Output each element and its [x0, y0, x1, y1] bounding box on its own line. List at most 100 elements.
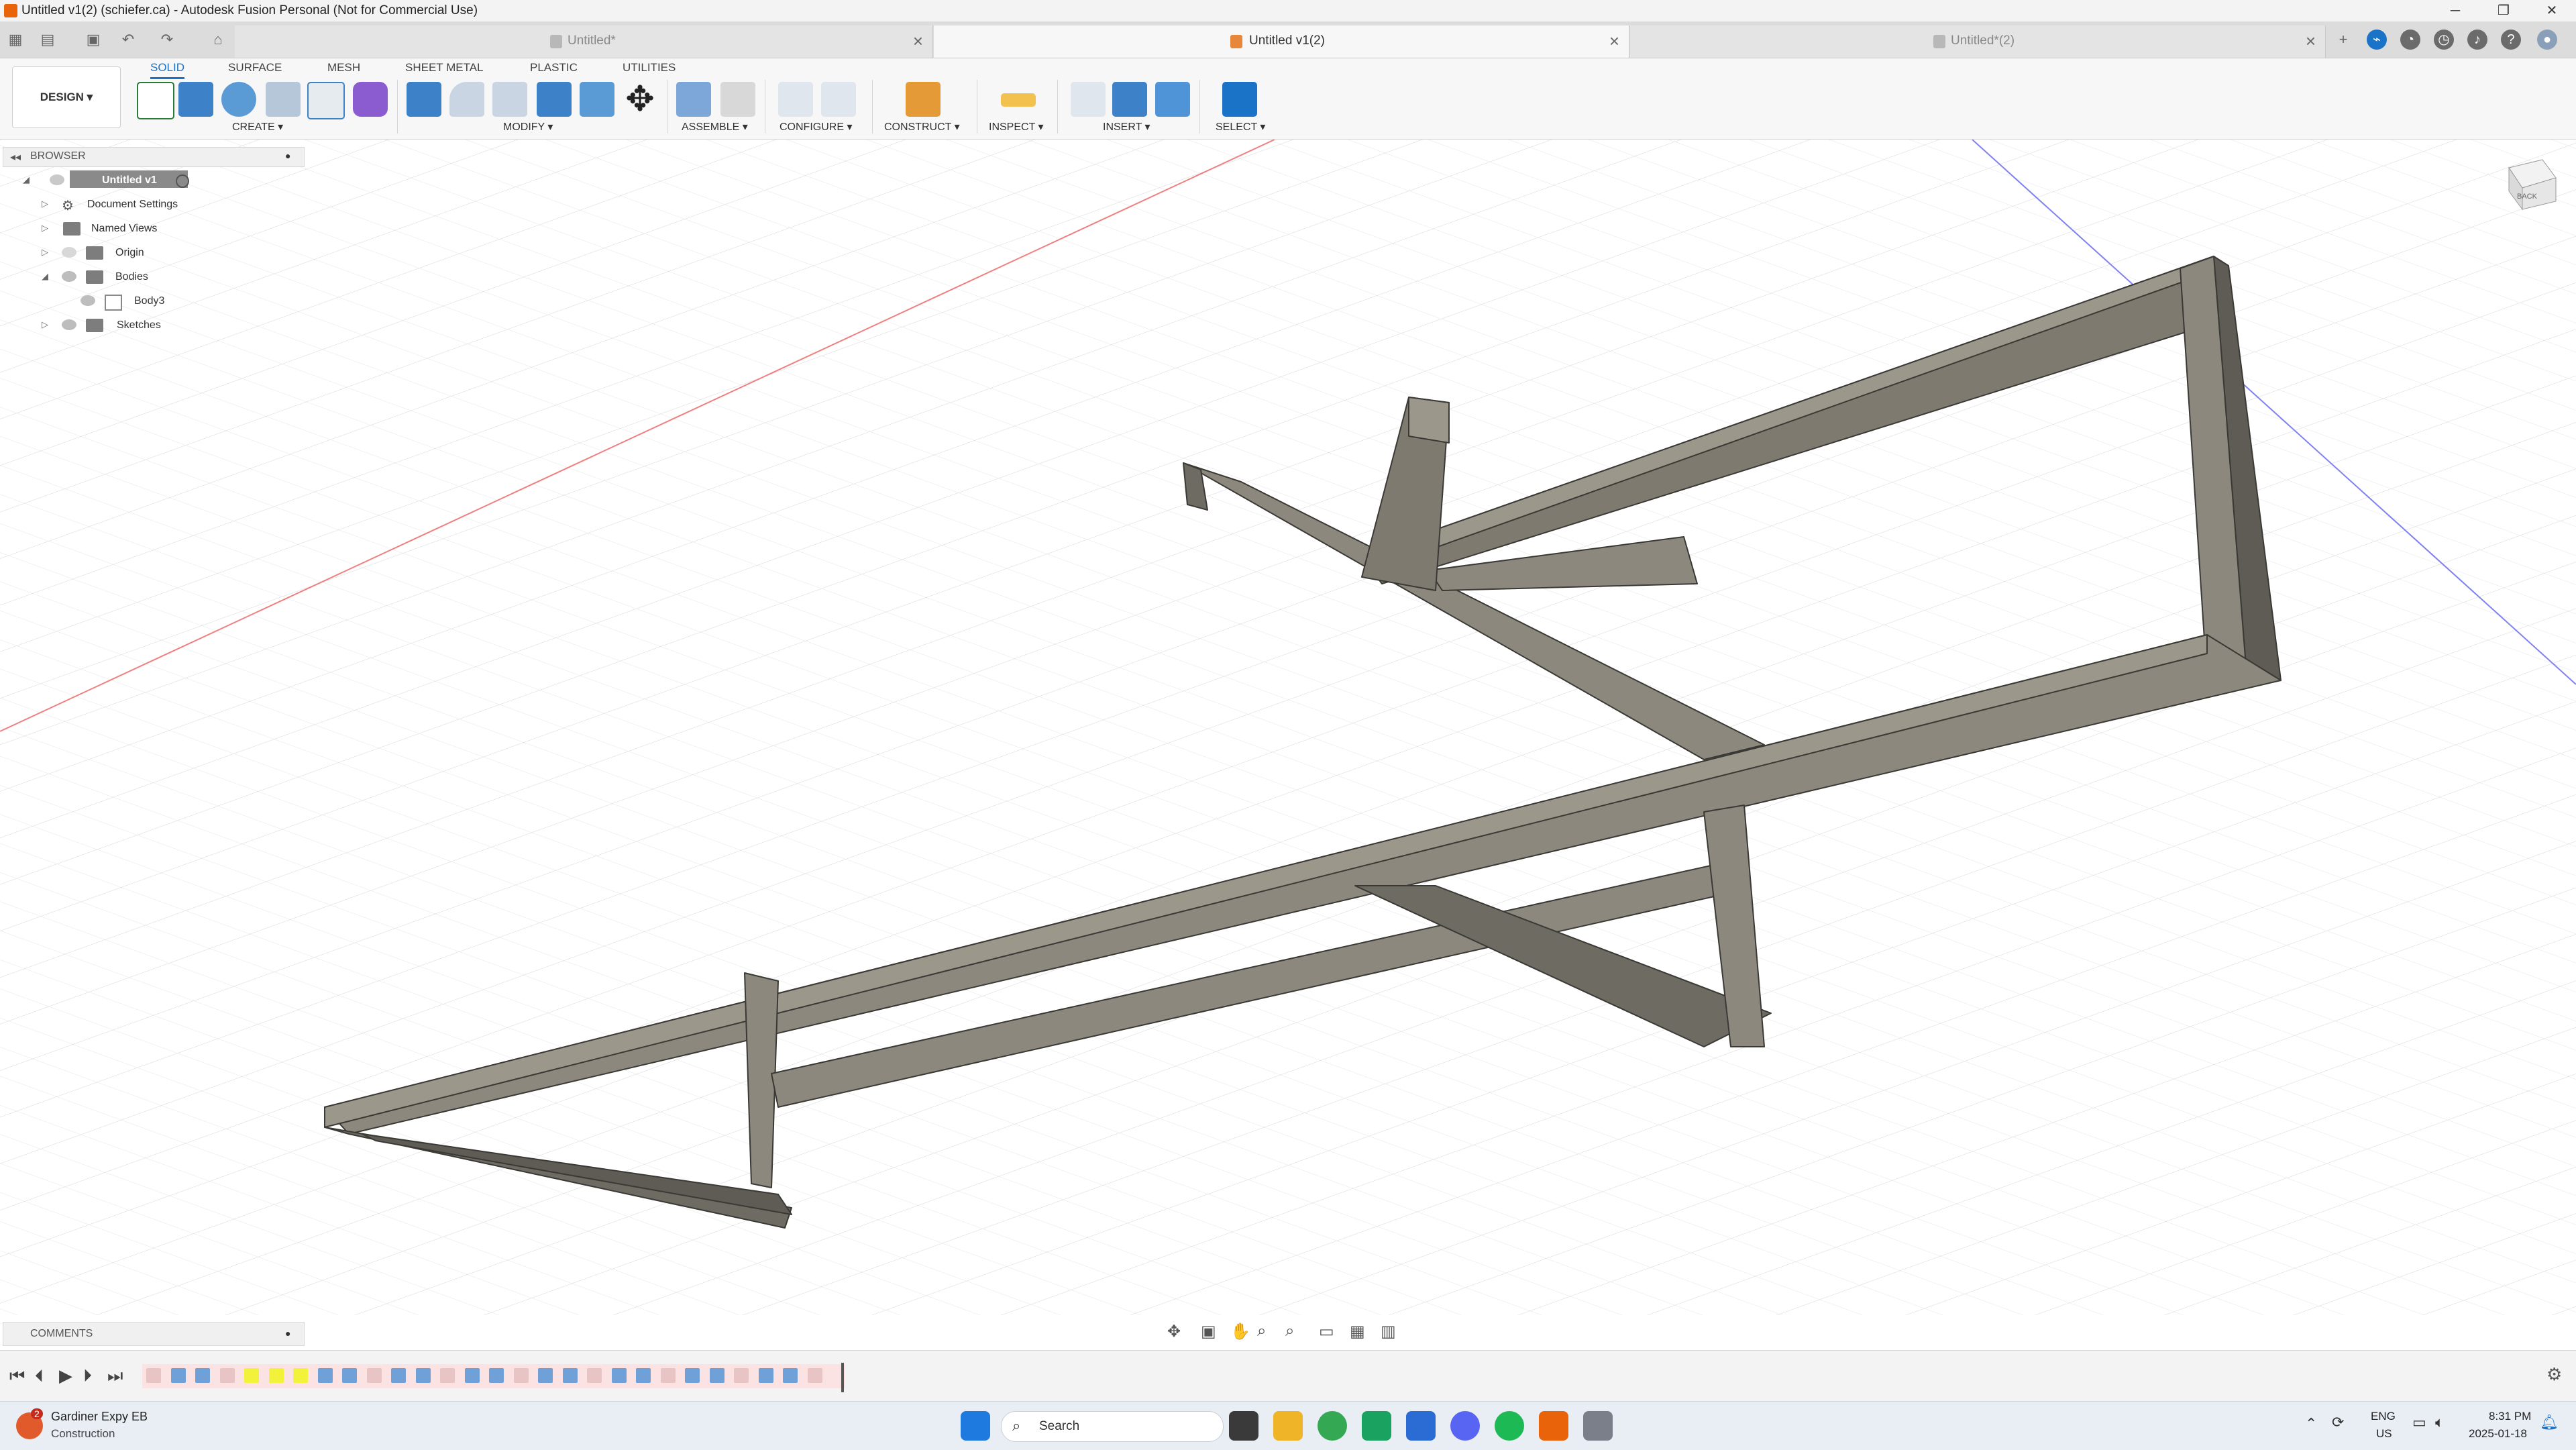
browser-panel-header[interactable]: ◂◂ BROWSER ●: [3, 147, 305, 167]
workspace-switcher-button[interactable]: DESIGN ▾: [12, 66, 121, 128]
create-menu[interactable]: CREATE ▾: [232, 120, 283, 134]
timeline-feature[interactable]: [807, 1368, 822, 1383]
timeline-move-feature[interactable]: [293, 1368, 308, 1383]
inspect-menu[interactable]: INSPECT ▾: [989, 120, 1044, 134]
spotify-icon[interactable]: [1495, 1411, 1524, 1441]
pattern-icon[interactable]: [307, 82, 345, 119]
tree-item-bodies[interactable]: ◢ Bodies: [3, 266, 303, 289]
timeline-feature[interactable]: [660, 1368, 676, 1383]
create-sketch-icon[interactable]: [137, 82, 174, 119]
display-settings-icon[interactable]: ▭: [1319, 1322, 1334, 1341]
step-back-icon[interactable]: ⏴: [35, 1365, 44, 1387]
tab-utilities[interactable]: UTILITIES: [623, 58, 676, 77]
minimize-button[interactable]: ─: [2436, 1, 2474, 20]
expand-icon[interactable]: ▷: [42, 199, 48, 209]
pan-icon[interactable]: ✋: [1230, 1322, 1250, 1341]
collapse-panel-icon[interactable]: ◂◂: [10, 150, 21, 164]
tree-item-origin[interactable]: ▷ Origin: [3, 242, 303, 264]
insert-derive-icon[interactable]: [1071, 82, 1106, 117]
extrude-icon[interactable]: [178, 82, 213, 117]
expand-icon[interactable]: ◢: [23, 174, 30, 185]
timeline-move-feature[interactable]: [244, 1368, 259, 1383]
app-icon[interactable]: [1362, 1411, 1391, 1441]
clock-time[interactable]: 8:31 PM: [2489, 1410, 2531, 1423]
timeline-feature[interactable]: [587, 1368, 602, 1383]
app-grid-icon[interactable]: ▦: [5, 30, 25, 50]
combine-icon[interactable]: [537, 82, 572, 117]
tree-item-named-views[interactable]: ▷ Named Views: [3, 217, 303, 240]
widget-title[interactable]: Gardiner Expy EB: [51, 1410, 148, 1424]
timeline-feature[interactable]: [170, 1368, 186, 1383]
timeline-feature[interactable]: [636, 1368, 651, 1383]
timeline-feature[interactable]: [611, 1368, 627, 1383]
play-icon[interactable]: ▶: [59, 1365, 72, 1386]
tab-sheet-metal[interactable]: SHEET METAL: [405, 58, 484, 77]
visibility-icon[interactable]: [80, 295, 95, 306]
timeline-feature[interactable]: [391, 1368, 406, 1383]
move-copy-icon[interactable]: ✥: [623, 82, 657, 117]
sync-icon[interactable]: ⟳: [2332, 1414, 2344, 1431]
press-pull-icon[interactable]: [407, 82, 441, 117]
fillet-icon[interactable]: [449, 82, 484, 117]
measure-icon[interactable]: [1001, 93, 1036, 107]
timeline-feature[interactable]: [464, 1368, 480, 1383]
help-icon[interactable]: ?: [2501, 30, 2521, 50]
hole-icon[interactable]: [266, 82, 301, 117]
timeline-feature[interactable]: [146, 1368, 161, 1383]
timeline-feature[interactable]: [440, 1368, 455, 1383]
form-icon[interactable]: [353, 82, 388, 117]
tree-item-body3[interactable]: Body3: [3, 290, 303, 313]
file-menu-icon[interactable]: ▤: [38, 30, 58, 50]
modify-menu[interactable]: MODIFY ▾: [503, 120, 553, 134]
insert-menu[interactable]: INSERT ▾: [1103, 120, 1150, 134]
timeline-move-feature[interactable]: [268, 1368, 284, 1383]
look-at-icon[interactable]: ▣: [1201, 1322, 1216, 1341]
timeline-feature[interactable]: [366, 1368, 382, 1383]
orbit-icon[interactable]: ✥: [1167, 1322, 1181, 1341]
tab-untitled[interactable]: Untitled* ×: [235, 25, 933, 58]
construct-menu[interactable]: CONSTRUCT ▾: [884, 120, 960, 134]
timeline-feature[interactable]: [195, 1368, 210, 1383]
visibility-icon[interactable]: [62, 247, 76, 258]
save-icon[interactable]: ▣: [83, 30, 103, 50]
restore-button[interactable]: ❐: [2485, 1, 2522, 20]
zoom-window-icon[interactable]: ⌕: [1285, 1322, 1294, 1341]
timeline-settings-icon[interactable]: ⚙: [2546, 1364, 2562, 1385]
grid-settings-icon[interactable]: ▦: [1350, 1322, 1365, 1341]
tree-item-sketches[interactable]: ▷ Sketches: [3, 314, 303, 337]
timeline-feature[interactable]: [562, 1368, 578, 1383]
start-button[interactable]: [961, 1411, 990, 1441]
user-avatar[interactable]: ●: [2537, 30, 2557, 50]
new-component-icon[interactable]: [676, 82, 711, 117]
expand-icon[interactable]: ▷: [42, 247, 48, 258]
fusion-taskbar-icon[interactable]: [1539, 1411, 1568, 1441]
notifications-icon[interactable]: ♪: [2467, 30, 2487, 50]
expand-icon[interactable]: ▷: [42, 319, 48, 330]
tree-item-document-settings[interactable]: ▷ ⚙ Document Settings: [3, 193, 303, 216]
panel-options-icon[interactable]: ●: [285, 150, 290, 161]
configure-icon[interactable]: [778, 82, 813, 117]
comments-panel[interactable]: COMMENTS ●: [3, 1322, 305, 1346]
assemble-menu[interactable]: ASSEMBLE ▾: [682, 120, 748, 134]
timeline-feature[interactable]: [489, 1368, 504, 1383]
close-tab-icon[interactable]: ×: [1609, 31, 1619, 52]
copilot-icon[interactable]: [1406, 1411, 1436, 1441]
tab-solid[interactable]: SOLID: [150, 58, 185, 79]
offset-plane-icon[interactable]: [906, 82, 941, 117]
file-explorer-icon[interactable]: [1273, 1411, 1303, 1441]
new-tab-icon[interactable]: +: [2333, 30, 2353, 50]
visibility-icon[interactable]: [50, 174, 64, 185]
timeline-feature[interactable]: [317, 1368, 333, 1383]
tree-root[interactable]: ◢ Untitled v1: [3, 169, 303, 192]
language-code[interactable]: ENG: [2371, 1410, 2396, 1423]
task-view-icon[interactable]: [1229, 1411, 1258, 1441]
timeline-feature[interactable]: [219, 1368, 235, 1383]
close-tab-icon[interactable]: ×: [2306, 31, 2316, 52]
calculator-icon[interactable]: [1583, 1411, 1613, 1441]
timeline-feature[interactable]: [513, 1368, 529, 1383]
activate-radio-icon[interactable]: [176, 174, 189, 188]
visibility-icon[interactable]: [62, 271, 76, 282]
volume-icon[interactable]: 🔈︎: [2435, 1414, 2444, 1431]
add-comment-icon[interactable]: ●: [285, 1328, 290, 1339]
close-tab-icon[interactable]: ×: [913, 31, 923, 52]
